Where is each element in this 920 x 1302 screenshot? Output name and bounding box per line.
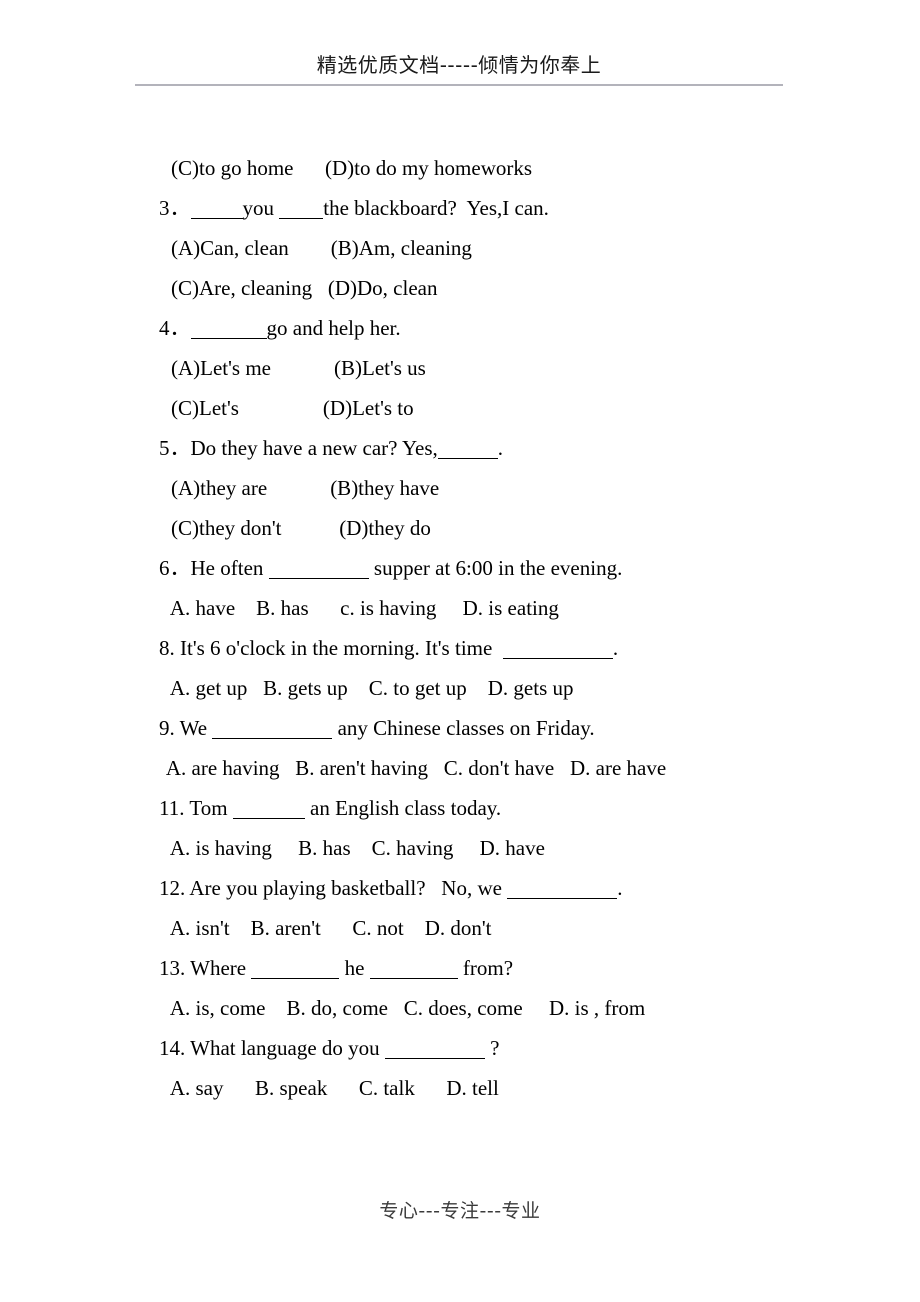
option-text: A. have B. has c. is having D. is eating <box>169 596 559 620</box>
page-header-text: 精选优质文档-----倾情为你奉上 <box>316 53 602 77</box>
option-text: A. is having B. has C. having D. have <box>169 836 545 860</box>
option-text: (C)Are, cleaning (D)Do, clean <box>171 276 438 300</box>
stem-text-suffix: from? <box>457 956 514 980</box>
question-4-stem: 4． go and help her. <box>0 268 920 340</box>
answer-blank <box>369 958 458 979</box>
stem-text-pre: Where <box>190 956 252 980</box>
stem-text-suffix: supper at 6:00 in the evening. <box>368 556 623 580</box>
option-text: (A)Let's me (B)Let's us <box>171 356 426 380</box>
stem-text-suffix: the blackboard? Yes,I can. <box>323 196 549 220</box>
option-text: (A)they are (B)they have <box>171 476 440 500</box>
stem-text-suffix: any Chinese classes on Friday. <box>332 716 595 740</box>
question-number: 4． <box>159 316 191 340</box>
stem-text-suffix: . <box>497 436 504 460</box>
question-number: 13. <box>159 956 191 980</box>
stem-text-pre: What language do you <box>190 1036 385 1060</box>
option-text: (C)they don't (D)they do <box>171 516 431 540</box>
stem-text-suffix: . <box>612 636 619 660</box>
answer-blank <box>190 198 243 219</box>
option-text: A. say B. speak C. talk D. tell <box>169 1076 499 1100</box>
answer-blank <box>384 1038 485 1059</box>
answer-blank <box>251 958 340 979</box>
stem-text-mid: he <box>339 956 370 980</box>
answer-blank <box>232 798 305 819</box>
stem-text-mid: you <box>242 196 280 220</box>
page-footer-text: 专心---专注---专业 <box>379 1200 541 1222</box>
question-number: 5． <box>159 436 191 460</box>
option-text: (C)Let's (D)Let's to <box>171 396 414 420</box>
answer-blank <box>268 558 369 579</box>
question-number: 14. <box>159 1036 191 1060</box>
answer-blank <box>279 198 324 219</box>
page-header: 精选优质文档-----倾情为你奉上 <box>135 52 783 78</box>
stem-text-suffix: go and help her. <box>266 316 401 340</box>
question-number: 6． <box>159 556 191 580</box>
stem-text-pre: It's 6 o'clock in the morning. It's time <box>180 636 503 660</box>
stem-text-pre: Tom <box>189 796 233 820</box>
header-divider <box>135 84 783 86</box>
stem-text-suffix: an English class today. <box>304 796 502 820</box>
question-number: 11. <box>159 796 190 820</box>
question-number: 9. <box>159 716 180 740</box>
answer-blank <box>212 718 333 739</box>
stem-text-pre: Are you playing basketball? No, we <box>189 876 508 900</box>
stem-text-suffix: . <box>617 876 623 900</box>
question-2-options-cd: (C)to go home (D)to do my homeworks <box>0 108 920 180</box>
answer-blank <box>507 878 618 899</box>
option-text: A. is, come B. do, come C. does, come D.… <box>169 996 646 1020</box>
question-number: 8. <box>159 636 180 660</box>
stem-text-pre: He often <box>190 556 269 580</box>
option-text: A. isn't B. aren't C. not D. don't <box>169 916 492 940</box>
option-text: (C)to go home (D)to do my homeworks <box>171 156 533 180</box>
option-text: A. get up B. gets up C. to get up D. get… <box>169 676 574 700</box>
question-number: 12. <box>159 876 190 900</box>
question-6-stem: 6．He often supper at 6:00 in the evening… <box>0 508 920 580</box>
answer-blank <box>190 318 267 339</box>
stem-text-suffix: ? <box>484 1036 500 1060</box>
question-number: 3． <box>159 196 191 220</box>
answer-blank <box>502 638 613 659</box>
answer-blank <box>437 438 498 459</box>
document-body: (C)to go home (D)to do my homeworks 3． yo… <box>0 108 920 1100</box>
stem-text-pre: We <box>179 716 213 740</box>
page-footer: 专心---专注---专业 <box>0 1198 920 1224</box>
question-5-stem: 5．Do they have a new car? Yes,. <box>0 388 920 460</box>
option-text: (A)Can, clean (B)Am, cleaning <box>171 236 472 260</box>
stem-text-pre: Do they have a new car? Yes, <box>190 436 438 460</box>
option-text: A. are having B. aren't having C. don't … <box>165 756 667 780</box>
